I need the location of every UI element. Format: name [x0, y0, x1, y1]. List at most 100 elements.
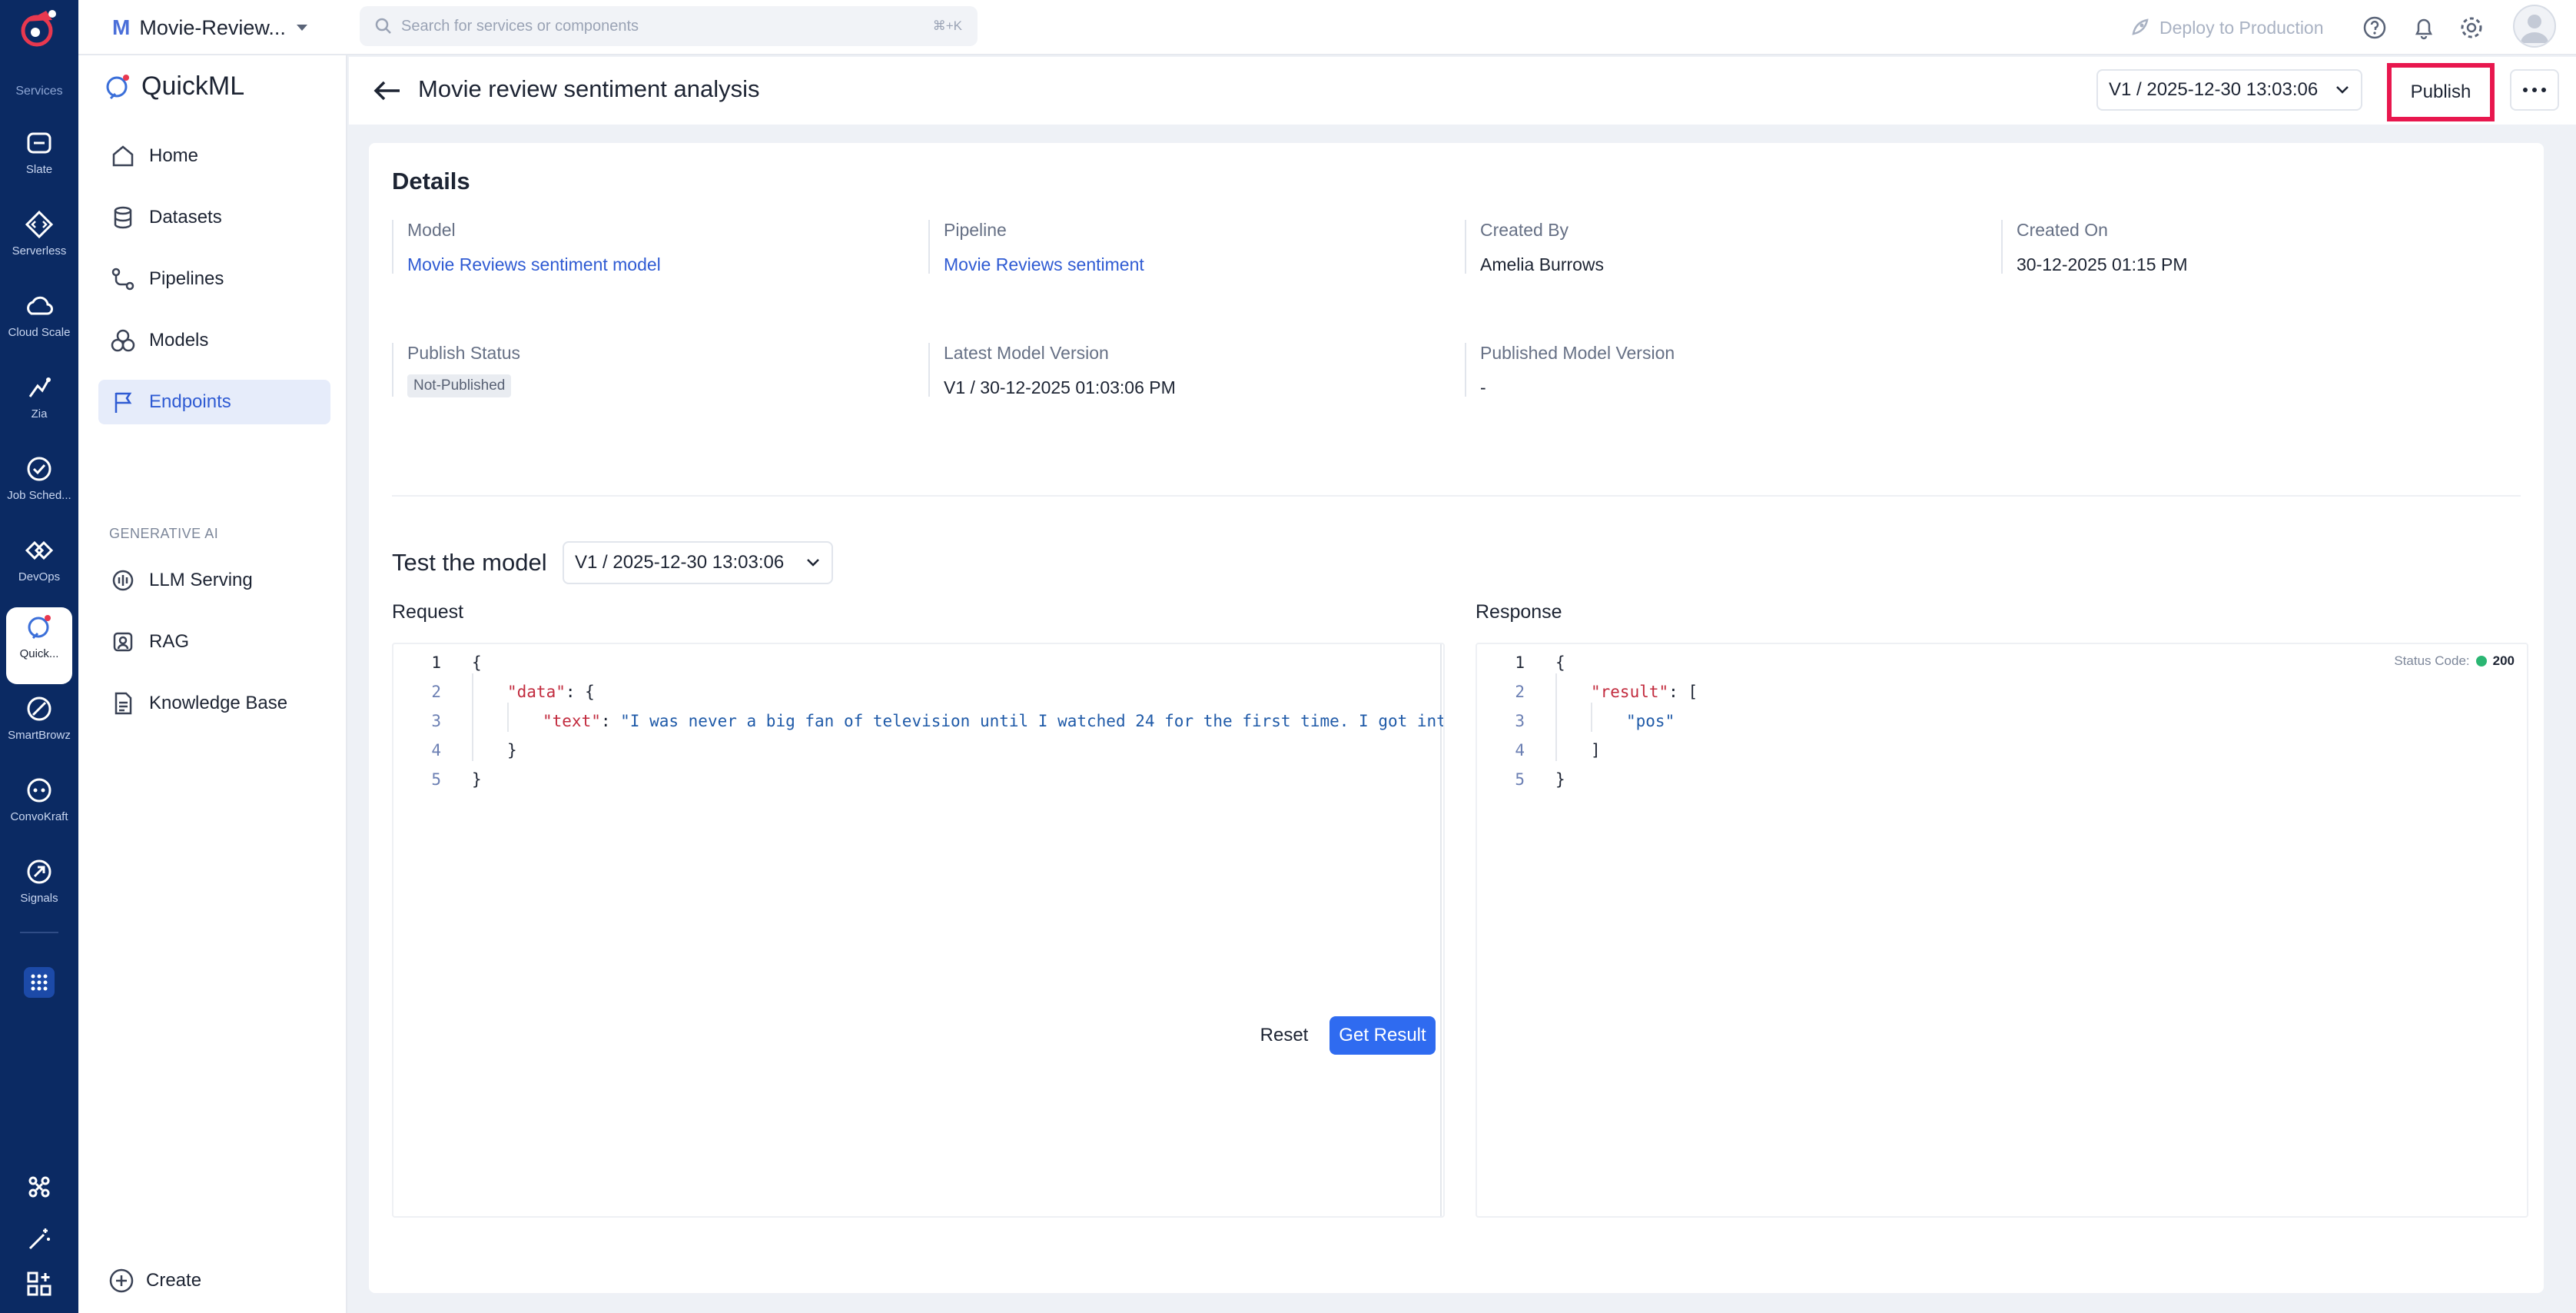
code-token: "pos" — [1626, 712, 1675, 730]
nav-item-home[interactable]: Home — [98, 134, 330, 178]
field-label: Created By — [1480, 220, 1569, 240]
code-token: : — [600, 712, 621, 730]
code-line: 2 "data": { — [393, 683, 1443, 712]
quickml-logo-icon — [106, 75, 129, 100]
code-line: 4] — [1477, 741, 2527, 770]
quickml-icon — [28, 615, 51, 640]
test-version-dropdown[interactable]: V1 / 2025-12-30 13:03:06 — [563, 541, 833, 584]
quickml-brand: QuickML — [103, 71, 244, 101]
code-text: "pos" — [1626, 712, 1675, 730]
more-horizontal-icon — [2523, 88, 2546, 92]
project-name: Movie-Review... — [139, 15, 286, 39]
database-icon — [114, 206, 132, 229]
rail-item-slate[interactable]: Slate — [0, 123, 78, 200]
reset-button[interactable]: Reset — [1251, 1016, 1317, 1055]
signals-icon — [27, 859, 51, 884]
more-options-button[interactable] — [2510, 69, 2559, 111]
rail-item-zia[interactable]: Zia — [0, 367, 78, 444]
publish-button[interactable]: Publish — [2387, 63, 2495, 121]
project-initial: M — [112, 15, 131, 39]
rail-item-serverless[interactable]: Serverless — [0, 204, 78, 281]
serverless-icon — [25, 210, 54, 239]
magic-wand-icon[interactable] — [24, 1224, 55, 1255]
nav-item-rag[interactable]: RAG — [98, 620, 330, 664]
rail-item-smartbrowz[interactable]: SmartBrowz — [0, 689, 78, 766]
quickml-sidebar: QuickML Home Datasets Pipelines Models E… — [78, 55, 347, 1313]
pipeline-link[interactable]: Movie Reviews sentiment — [944, 254, 1144, 275]
code-text: "data": { — [507, 683, 595, 701]
code-token: } — [1555, 770, 1565, 789]
project-switcher[interactable]: M Movie-Review... — [112, 11, 309, 45]
job-scheduling-icon — [27, 457, 51, 481]
rail-item-label: Job Sched... — [7, 489, 71, 502]
details-title: Details — [392, 168, 470, 194]
field-latest-model-version: Latest Model Version V1 / 30-12-2025 01:… — [928, 343, 1176, 397]
nav-item-datasets[interactable]: Datasets — [98, 195, 330, 240]
zia-icon — [28, 377, 51, 397]
create-label: Create — [146, 1270, 202, 1291]
response-label: Response — [1476, 601, 1562, 623]
code-line: 5} — [1477, 770, 2527, 799]
code-line: 1{ — [393, 653, 1443, 683]
rail-item-convokraft[interactable]: ConvoKraft — [0, 770, 78, 847]
request-editor[interactable]: 1{2 "data": { 3 "text": "I was never a big … — [392, 643, 1445, 1218]
version-dropdown[interactable]: V1 / 2025-12-30 13:03:06 — [2096, 69, 2362, 111]
nav-label: Home — [149, 145, 199, 166]
nav-item-models[interactable]: Models — [98, 318, 330, 363]
rail-item-label: Quick... — [19, 647, 59, 660]
status-badge: Not-Published — [407, 374, 512, 397]
brand-title: QuickML — [141, 71, 245, 101]
apps-grid-icon[interactable] — [24, 967, 55, 998]
nav-item-llm-serving[interactable]: LLM Serving — [98, 558, 330, 603]
code-text: } — [1555, 770, 1565, 789]
code-token: : { — [565, 683, 595, 701]
document-icon — [115, 692, 132, 715]
code-text: ] — [1591, 741, 1601, 760]
gear-icon[interactable] — [2458, 14, 2485, 42]
line-number: 5 — [1515, 770, 1525, 789]
integrations-icon[interactable] — [24, 1172, 55, 1202]
field-label: Model — [407, 220, 456, 240]
user-avatar[interactable] — [2513, 5, 2556, 48]
help-icon[interactable] — [2361, 14, 2388, 42]
model-link[interactable]: Movie Reviews sentiment model — [407, 254, 661, 275]
code-line: 3 "pos" — [1477, 712, 2527, 741]
code-line: 5} — [393, 770, 1443, 799]
line-number: 1 — [1515, 653, 1525, 672]
rail-item-job-scheduling[interactable]: Job Sched... — [0, 449, 78, 526]
code-text: "text": "I was never a big fan of televi… — [543, 712, 1443, 730]
rail-item-devops[interactable]: DevOps — [0, 530, 78, 607]
line-number: 2 — [431, 683, 441, 701]
request-label: Request — [392, 601, 464, 623]
code-line: 3 "text": "I was never a big fan of telev… — [393, 712, 1443, 741]
nav-item-endpoints[interactable]: Endpoints — [98, 380, 330, 424]
rail-item-cloud-scale[interactable]: Cloud Scale — [0, 286, 78, 363]
pipeline-icon — [111, 268, 134, 291]
field-model: Model Movie Reviews sentiment model — [392, 220, 661, 274]
field-value: 30-12-2025 01:15 PM — [2017, 254, 2188, 274]
code-token: } — [507, 741, 517, 760]
slate-icon — [27, 132, 51, 154]
nav-item-pipelines[interactable]: Pipelines — [98, 257, 330, 301]
back-arrow-icon[interactable] — [369, 72, 406, 109]
services-title: Services — [15, 85, 63, 98]
nav-item-knowledge-base[interactable]: Knowledge Base — [98, 681, 330, 726]
bell-icon[interactable] — [2410, 14, 2438, 42]
code-token: "result" — [1591, 683, 1669, 701]
search-bar[interactable]: Search for services or components ⌘+K — [360, 6, 978, 46]
line-number: 4 — [431, 741, 441, 760]
deploy-to-production-button[interactable]: Deploy to Production — [2129, 11, 2324, 45]
get-result-button[interactable]: Get Result — [1329, 1016, 1436, 1055]
add-widget-icon[interactable] — [24, 1268, 55, 1299]
search-shortcut: ⌘+K — [932, 18, 962, 33]
rail-item-quickml[interactable]: Quick... — [6, 607, 72, 684]
rail-item-label: Zia — [31, 407, 48, 420]
rag-icon — [113, 632, 133, 652]
deploy-label: Deploy to Production — [2159, 17, 2324, 38]
create-button[interactable]: Create — [108, 1267, 201, 1295]
field-value: V1 / 30-12-2025 01:03:06 PM — [944, 377, 1176, 397]
rocket-icon — [2132, 18, 2149, 35]
rail-item-signals[interactable]: Signals — [0, 852, 78, 929]
nav-label: Endpoints — [149, 391, 231, 412]
code-token: } — [472, 770, 482, 789]
